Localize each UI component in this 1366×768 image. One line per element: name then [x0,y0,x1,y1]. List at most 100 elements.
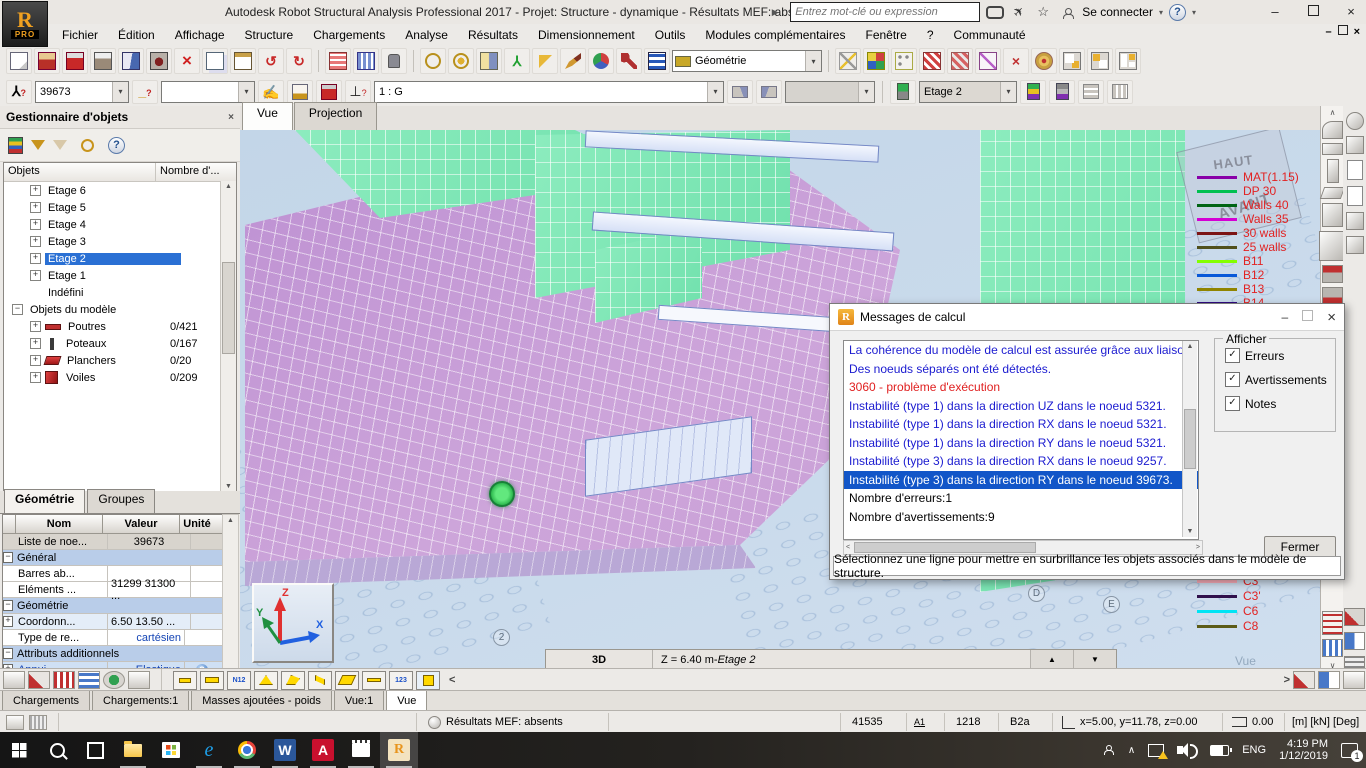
start-button[interactable] [0,732,38,768]
prop-type-repere[interactable]: Type de re... cartésien [3,630,225,646]
slab-tool-icon[interactable] [1319,187,1346,199]
sections-shape-display-icon[interactable] [281,670,305,690]
export-view-icon[interactable] [1345,236,1364,254]
copy-view-icon[interactable] [1346,160,1363,180]
panel-tool-icon[interactable] [128,671,150,689]
group-attributs-additionnels[interactable]: − Attributs additionnels [3,646,225,662]
prop-coordonnees[interactable]: + Coordonn... 6.50 13.50 ... [3,614,225,630]
people-icon[interactable] [1103,745,1115,755]
favorites-star-icon[interactable]: ☆ [1034,3,1052,21]
menu-outils[interactable]: Outils [645,26,696,44]
panel-tool-icon[interactable] [78,671,100,689]
battery-icon[interactable] [1210,744,1233,756]
view-mode[interactable]: 3D [546,650,653,668]
edge-button[interactable]: e [190,732,228,768]
scroll-right-icon[interactable]: > [1196,544,1200,551]
storey-selector[interactable]: Etage 2 ▾ [919,80,1017,103]
header-valeur[interactable]: Valeur [103,515,180,533]
calculation-messages-list[interactable]: La cohérence du modèle de calcul est ass… [843,340,1199,540]
node-numbers-display-icon[interactable] [173,670,197,690]
expand-icon[interactable]: + [30,321,41,332]
display-options-icon[interactable] [644,48,670,74]
collapse-icon[interactable]: − [3,648,13,659]
unlock-mesh-icon[interactable] [947,48,973,74]
word-button[interactable]: W [266,732,304,768]
target-icon[interactable] [1031,48,1057,74]
lock-mesh-icon[interactable] [919,48,945,74]
display-template-icon[interactable] [416,670,440,690]
messages-vertical-scrollbar[interactable]: ▲ ▼ [1182,341,1197,537]
storey-selector-dropdown-icon[interactable]: ▾ [1000,81,1016,102]
save-icon[interactable] [62,48,88,74]
tab-groupes[interactable]: Groupes [87,489,156,513]
mdi-minimize-button[interactable]: – [1325,26,1331,38]
case-prev-icon[interactable] [727,79,753,104]
load-case-selector[interactable]: 1 : G ▾ [374,80,724,103]
expand-icon[interactable]: + [30,236,41,247]
menu-analyse[interactable]: Analyse [395,26,458,44]
tab-chargements-1[interactable]: Chargements:1 [92,691,190,711]
notification-center-icon[interactable]: 1 [1341,742,1363,762]
bar-numbers-display-icon[interactable] [200,670,224,690]
bar-selection-icon[interactable]: _? [132,79,158,104]
menu-edition[interactable]: Édition [108,26,165,44]
taskbar-search-button[interactable] [38,732,76,768]
status-element-count[interactable]: 1218 [956,711,980,733]
object-manager-close-icon[interactable]: × [228,112,234,123]
menu-aide[interactable]: ? [917,26,944,44]
layers-icon[interactable] [8,136,23,154]
toolbar-scroll-up-icon[interactable]: ∧ [1330,108,1336,117]
node-selector-dropdown-icon[interactable]: ▾ [112,81,128,102]
layout-window-2-icon[interactable] [1087,48,1113,74]
paste-icon[interactable] [230,48,256,74]
group-general[interactable]: − Général [3,550,225,566]
language-indicator[interactable]: ENG [1242,744,1266,756]
scroll-down-icon[interactable]: ▼ [1187,528,1194,537]
restore-button[interactable] [1302,4,1324,19]
new-project-icon[interactable] [6,48,32,74]
header-unite[interactable]: Unité [180,515,214,533]
tree-item-planchers[interactable]: + Planchers 0/20 [4,352,236,369]
level-down-button[interactable]: ▼ [1074,650,1116,668]
video-app-button[interactable] [342,732,380,768]
message-row-selected[interactable]: Instabilité (type 3) dans la direction R… [844,470,1198,489]
column-nombre[interactable]: Nombre d'... [156,163,236,181]
group-geometrie[interactable]: − Géométrie [3,598,225,614]
panel-mesh-icon[interactable] [891,48,917,74]
tab-geometrie[interactable]: Géométrie [4,489,86,513]
dialog-titlebar[interactable]: R Messages de calcul – × [830,304,1344,331]
filter-remove-icon[interactable] [53,140,67,150]
level-up-button[interactable]: ▲ [1031,650,1074,668]
panel-tool-icon[interactable] [28,671,50,689]
menu-chargements[interactable]: Chargements [303,26,395,44]
tree-scrollbar[interactable]: ▲ ▼ [220,181,236,492]
view-manager-icon[interactable] [1318,671,1340,689]
message-row[interactable]: Instabilité (type 3) dans la direction R… [844,452,1198,471]
panels-display-icon[interactable] [335,670,359,690]
robot-app-button[interactable]: R [380,732,418,768]
message-row[interactable]: Nombre d'erreurs:1 [844,489,1198,508]
print-preview-icon[interactable] [118,48,144,74]
checkbox-checked-icon[interactable]: ✓ [1225,372,1240,387]
tab-vue-active[interactable]: Vue [386,691,428,711]
redo-icon[interactable]: ↻ [286,48,312,74]
communication-center-icon[interactable]: ✈ [1007,0,1032,25]
menu-modules-complementaires[interactable]: Modules complémentaires [695,26,855,44]
search-input[interactable] [790,2,981,22]
scroll-thumb[interactable] [222,262,235,354]
expand-icon[interactable]: + [30,355,41,366]
screen-split-icon[interactable] [1344,632,1365,650]
storey-color-icon[interactable] [1020,79,1046,104]
tree-item-etage-5[interactable]: + Etage 5 [4,199,236,216]
checkbox-checked-icon[interactable]: ✓ [1225,348,1240,363]
delete-mesh-icon[interactable]: × [1003,48,1029,74]
render-view-icon[interactable] [588,48,614,74]
dialog-close-button[interactable]: × [1327,309,1336,326]
tab-vue[interactable]: Vue [242,102,293,130]
menu-fenetre[interactable]: Fenêtre [855,26,916,44]
tree-item-etage-6[interactable]: + Etage 6 [4,182,236,199]
screen-capture-icon[interactable] [146,48,172,74]
support-display-icon[interactable] [287,79,313,104]
load-case-selector-dropdown-icon[interactable]: ▾ [707,81,723,102]
selected-node-marker[interactable] [489,481,515,507]
